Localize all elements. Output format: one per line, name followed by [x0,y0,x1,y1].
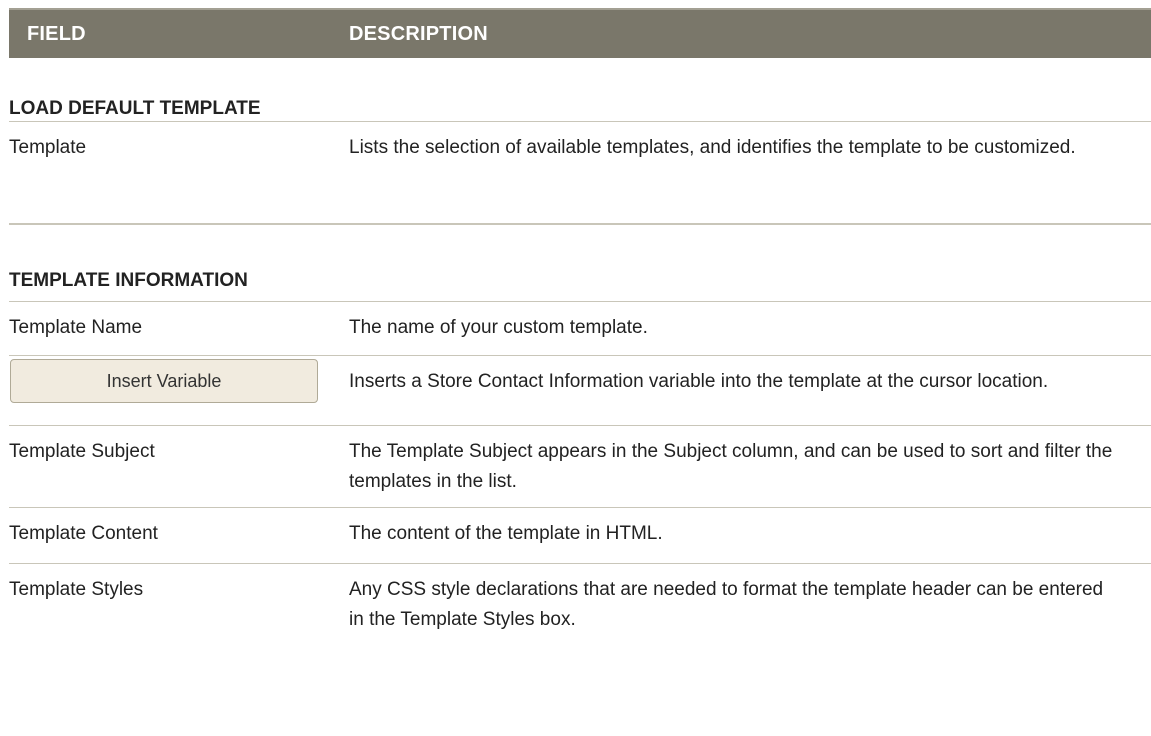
field-description: The Template Subject appears in the Subj… [349,441,1113,492]
insert-variable-button[interactable]: Insert Variable [10,359,318,403]
table-row-template-styles: Template Styles Any CSS style declaratio… [9,563,1151,649]
table-row-template-content: Template Content The content of the temp… [9,507,1151,563]
section-title-template-information: TEMPLATE INFORMATION [9,270,248,291]
field-description: The content of the template in HTML. [349,523,663,544]
field-description: Any CSS style declarations that are need… [349,579,1104,630]
field-description-table: FIELD DESCRIPTION LOAD DEFAULT TEMPLATE … [9,8,1151,649]
table-row-template: Template Lists the selection of availabl… [9,121,1151,225]
field-name: Template Styles [9,579,144,600]
field-name: Template Name [9,317,143,338]
field-name: Template [9,137,87,158]
field-name: Template Content [9,523,158,544]
header-description: DESCRIPTION [349,22,488,45]
table-row-insert-variable: Insert Variable Inserts a Store Contact … [9,355,1151,425]
table-row-template-name: Template Name The name of your custom te… [9,301,1151,355]
section-title-load-default-template: LOAD DEFAULT TEMPLATE [9,98,261,119]
field-description: The name of your custom template. [349,317,648,338]
field-name-cell: Insert Variable [9,356,349,425]
field-description: Inserts a Store Contact Information vari… [349,371,1049,392]
field-description: Lists the selection of available templat… [349,137,1076,158]
table-row-template-subject: Template Subject The Template Subject ap… [9,425,1151,507]
table-header: FIELD DESCRIPTION [9,8,1151,58]
field-name: Template Subject [9,441,155,462]
header-field: FIELD [27,22,86,45]
